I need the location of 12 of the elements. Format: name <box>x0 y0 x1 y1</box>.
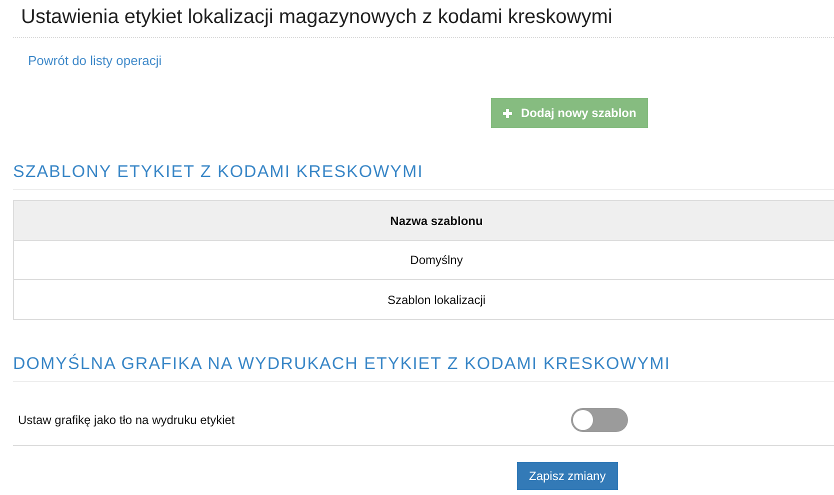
section-heading: DOMYŚLNA GRAFIKA NA WYDRUKACH ETYKIET Z KODAMI KRESKOWYMI <box>13 353 672 375</box>
save-button[interactable]: Zapisz zmiany <box>517 462 618 490</box>
toggle-switch[interactable] <box>571 408 628 432</box>
add-template-button[interactable]: Dodaj nowy szablon <box>491 98 648 128</box>
section-heading: SZABLONY ETYKIET Z KODAMI KRESKOWYMI <box>13 161 424 183</box>
column-header: Nazwa szablonu <box>390 212 483 230</box>
back-link[interactable]: Powrót do listy operacji <box>28 53 162 68</box>
page-title: Ustawienia etykiet lokalizacji magazynowych z kodami kreskowymi <box>20 5 614 29</box>
setting-label: Ustaw grafikę jako tło na wydruku etykiet <box>18 412 236 429</box>
plus-icon <box>503 108 512 118</box>
table-cell-text: Szablon lokalizacji <box>387 292 486 308</box>
table-cell-text: Domyślny <box>410 252 463 269</box>
